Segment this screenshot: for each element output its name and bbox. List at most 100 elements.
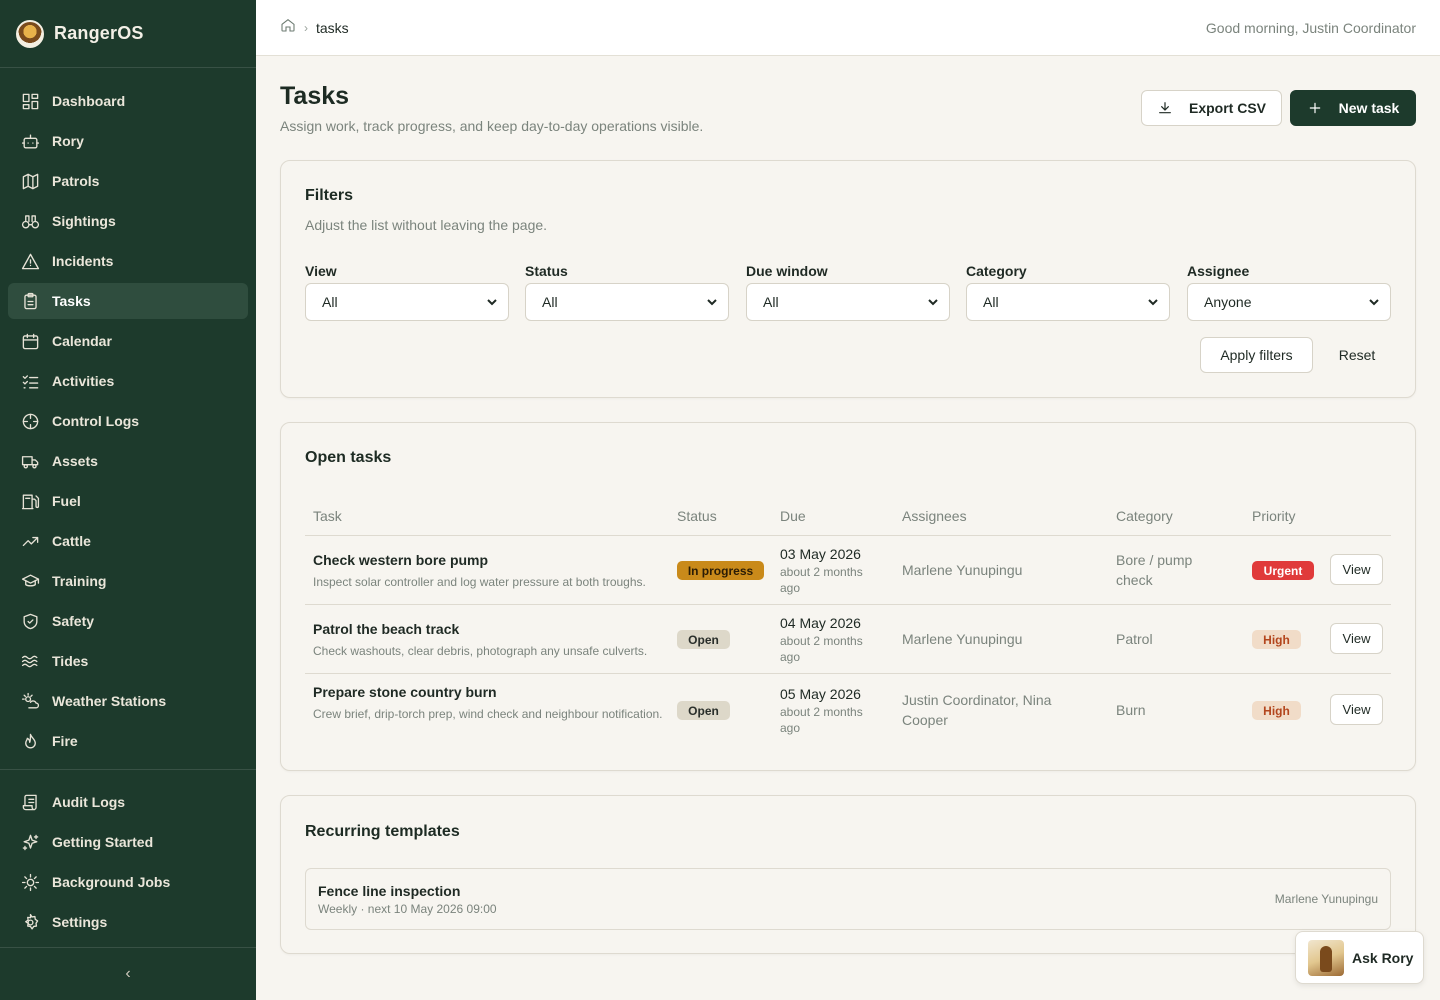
sidebar-item-control-logs[interactable]: Control Logs: [8, 403, 248, 439]
sidebar: RangerOS Dashboard Rory Patrols Sighting…: [0, 0, 256, 1000]
template-schedule: Weekly · next 10 May 2026 09:00: [318, 902, 497, 916]
sidebar-item-tasks[interactable]: Tasks: [8, 283, 248, 319]
sidebar-item-cattle[interactable]: Cattle: [8, 523, 248, 559]
apply-filters-button[interactable]: Apply filters: [1200, 337, 1313, 373]
filter-label: Due window: [746, 263, 828, 279]
sidebar-item-tides[interactable]: Tides: [8, 643, 248, 679]
map-icon: [20, 171, 40, 191]
column-header-category[interactable]: Category: [1116, 508, 1173, 524]
view-select[interactable]: All: [305, 283, 509, 321]
filter-label: Assignee: [1187, 263, 1250, 279]
sidebar-item-getting-started[interactable]: Getting Started: [8, 824, 248, 860]
chevron-down-icon: [487, 299, 497, 306]
column-header-priority[interactable]: Priority: [1252, 508, 1296, 524]
breadcrumb-separator: ›: [304, 20, 308, 35]
filter-due-window: Due window All: [746, 263, 950, 321]
view-task-button[interactable]: View: [1330, 694, 1383, 725]
status-badge: In progress: [677, 561, 764, 580]
sidebar-item-label: Control Logs: [52, 413, 140, 429]
sidebar-item-settings[interactable]: Settings: [8, 904, 248, 940]
scroll-icon: [20, 792, 40, 812]
filters-subtitle: Adjust the list without leaving the page…: [305, 217, 548, 233]
sidebar-item-label: Cattle: [52, 533, 91, 549]
column-header-due[interactable]: Due: [780, 508, 806, 524]
task-description: Inspect solar controller and log water p…: [313, 575, 646, 589]
status-select[interactable]: All: [525, 283, 729, 321]
settings-icon: [20, 912, 40, 932]
filter-category: Category All: [966, 263, 1170, 321]
export-csv-button[interactable]: Export CSV: [1141, 90, 1282, 126]
sidebar-item-label: Background Jobs: [52, 874, 171, 890]
task-description: Crew brief, drip-torch prep, wind check …: [313, 707, 663, 721]
template-owner: Marlene Yunupingu: [1274, 892, 1378, 906]
sidebar-item-rory[interactable]: Rory: [8, 123, 248, 159]
template-item[interactable]: Fence line inspection Weekly · next 10 M…: [305, 868, 1391, 930]
due-relative: about 2 months ago: [780, 634, 863, 664]
status-badge: Open: [677, 630, 730, 649]
column-header-task[interactable]: Task: [313, 508, 342, 524]
due-window-select[interactable]: All: [746, 283, 950, 321]
sidebar-item-calendar[interactable]: Calendar: [8, 323, 248, 359]
collapse-sidebar-button[interactable]: ‹: [125, 965, 130, 983]
priority-badge: Urgent: [1252, 561, 1314, 580]
select-value: All: [983, 294, 999, 310]
select-value: All: [763, 294, 779, 310]
sidebar-item-weather-stations[interactable]: Weather Stations: [8, 683, 248, 719]
assignees: Marlene Yunupingu: [902, 631, 1023, 647]
task-name[interactable]: Patrol the beach track: [313, 621, 459, 637]
logo-icon: [16, 19, 44, 48]
due-date: 03 May 2026: [780, 546, 861, 562]
category-select[interactable]: All: [966, 283, 1170, 321]
ask-rory-button[interactable]: Ask Rory: [1295, 931, 1424, 984]
table-row[interactable]: Prepare stone country burn Crew brief, d…: [305, 674, 1391, 747]
sparkles-icon: [20, 832, 40, 852]
assignee-select[interactable]: Anyone: [1187, 283, 1391, 321]
sidebar-item-fuel[interactable]: Fuel: [8, 483, 248, 519]
chevron-down-icon: [1369, 299, 1379, 306]
filters-card: Filters Adjust the list without leaving …: [280, 160, 1416, 398]
sidebar-item-label: Assets: [52, 453, 98, 469]
flame-icon: [20, 731, 40, 751]
filter-label: View: [305, 263, 337, 279]
category: Burn: [1116, 702, 1146, 718]
column-header-status[interactable]: Status: [677, 508, 717, 524]
sidebar-item-safety[interactable]: Safety: [8, 603, 248, 639]
tasks-table: Task Status Due Assignees Category Prior…: [305, 491, 1391, 747]
template-name: Fence line inspection: [318, 883, 461, 899]
view-task-button[interactable]: View: [1330, 554, 1383, 585]
view-task-button[interactable]: View: [1330, 623, 1383, 654]
rory-avatar: [1308, 939, 1344, 976]
sidebar-item-label: Safety: [52, 613, 95, 629]
sidebar-item-patrols[interactable]: Patrols: [8, 163, 248, 199]
sidebar-item-audit-logs[interactable]: Audit Logs: [8, 784, 248, 820]
sidebar-footer: ‹: [0, 947, 256, 1000]
table-row[interactable]: Check western bore pump Inspect solar co…: [305, 536, 1391, 605]
task-name[interactable]: Check western bore pump: [313, 552, 488, 568]
greeting: Good morning, Justin Coordinator: [1205, 19, 1416, 36]
reset-filters-button[interactable]: Reset: [1321, 337, 1393, 373]
download-icon: [1159, 102, 1171, 114]
open-tasks-card: Open tasks Task Status Due Assignees Cat…: [280, 422, 1416, 771]
sidebar-item-fire[interactable]: Fire: [8, 723, 248, 759]
priority-badge: High: [1252, 630, 1301, 649]
sidebar-item-dashboard[interactable]: Dashboard: [8, 83, 248, 119]
brand[interactable]: RangerOS: [0, 0, 256, 68]
recurring-templates-card: Recurring templates Fence line inspectio…: [280, 795, 1416, 954]
list-check-icon: [20, 371, 40, 391]
due-date: 05 May 2026: [780, 686, 861, 702]
sidebar-item-label: Activities: [52, 373, 115, 389]
sidebar-item-assets[interactable]: Assets: [8, 443, 248, 479]
table-row[interactable]: Patrol the beach track Check washouts, c…: [305, 605, 1391, 674]
new-task-button[interactable]: New task: [1290, 90, 1416, 126]
sidebar-item-background-jobs[interactable]: Background Jobs: [8, 864, 248, 900]
sidebar-item-label: Training: [52, 573, 107, 589]
column-header-assignees[interactable]: Assignees: [902, 508, 967, 524]
sidebar-item-incidents[interactable]: Incidents: [8, 243, 248, 279]
sidebar-item-sightings[interactable]: Sightings: [8, 203, 248, 239]
sidebar-item-training[interactable]: Training: [8, 563, 248, 599]
home-icon[interactable]: [280, 17, 296, 38]
due-relative: about 2 months ago: [780, 705, 863, 735]
task-name[interactable]: Prepare stone country burn: [313, 684, 497, 700]
sidebar-item-activities[interactable]: Activities: [8, 363, 248, 399]
sidebar-item-label: Rory: [52, 133, 84, 149]
